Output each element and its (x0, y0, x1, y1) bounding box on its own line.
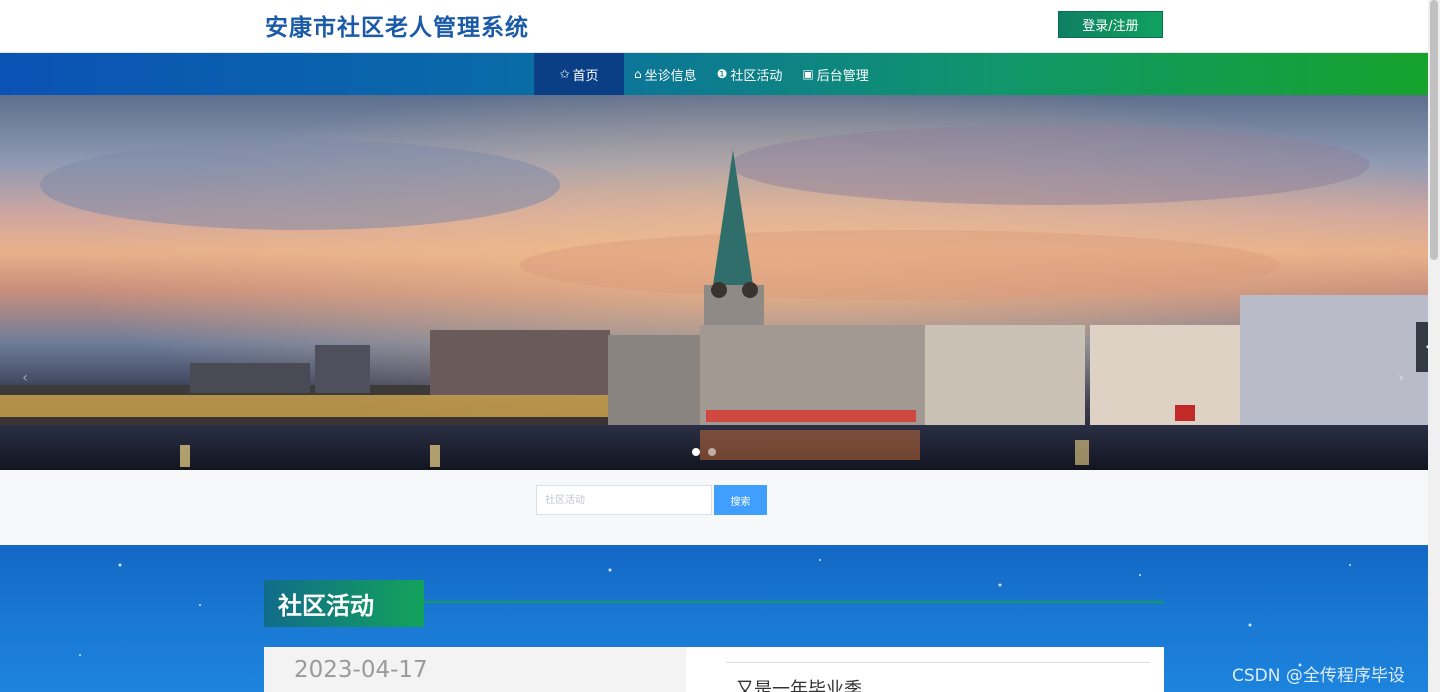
site-title: 安康市社区老人管理系统 (265, 15, 529, 41)
star-icon: ✩ (559, 67, 570, 81)
nav-item-label: 首页 (572, 68, 599, 84)
card-title[interactable]: 又是一年毕业季 (736, 675, 862, 692)
carousel-dot[interactable] (692, 448, 700, 456)
card-divider (726, 662, 1150, 663)
search-button[interactable]: 搜索 (714, 485, 767, 515)
carousel-dot[interactable] (708, 448, 716, 456)
nav-item-label: 后台管理 (816, 68, 869, 84)
activity-card[interactable]: 2023-04-17 又是一年毕业季 (264, 647, 1164, 692)
card-date: 2023-04-17 (294, 657, 428, 683)
banner-prev-arrow[interactable]: ‹ (12, 365, 38, 391)
search-input[interactable] (536, 485, 712, 515)
carousel-indicators (692, 448, 716, 456)
nav-item-label: 社区活动 (730, 68, 783, 84)
banner-next-arrow[interactable]: › (1388, 365, 1414, 391)
banner-carousel[interactable]: ‹ › (0, 95, 1428, 470)
section-divider (424, 601, 1164, 603)
nav-item-community-activity[interactable]: ❶ 社区活动 (707, 53, 793, 95)
card-date-panel: 2023-04-17 (264, 647, 686, 692)
banner-image (0, 95, 1428, 470)
header: 安康市社区老人管理系统 登录/注册 (0, 0, 1428, 53)
nav-item-label: 坐诊信息 (644, 68, 697, 84)
section-title: 社区活动 (278, 592, 374, 620)
nav-item-clinic-info[interactable]: ⌂ 坐诊信息 (624, 53, 707, 95)
bag-icon: ⌂ (634, 67, 642, 81)
scrollbar-thumb[interactable] (1430, 0, 1438, 260)
nav-item-admin[interactable]: ▣ 后台管理 (792, 53, 878, 95)
community-activity-section: 社区活动 2023-04-17 又是一年毕业季 (0, 545, 1428, 692)
search-bar: 搜索 (0, 470, 1428, 545)
nav-items: ✩ 首页 ⌂ 坐诊信息 ❶ 社区活动 ▣ 后台管理 (534, 53, 879, 95)
clipboard-icon: ▣ (802, 67, 814, 81)
section-title-box: 社区活动 (264, 580, 424, 627)
nav-item-home[interactable]: ✩ 首页 (534, 53, 624, 95)
watermark: CSDN @全传程序毕设 (1232, 666, 1405, 686)
info-icon: ❶ (716, 67, 728, 81)
main-nav: ✩ 首页 ⌂ 坐诊信息 ❶ 社区活动 ▣ 后台管理 (0, 53, 1428, 95)
login-register-button[interactable]: 登录/注册 (1058, 11, 1163, 38)
page: 安康市社区老人管理系统 登录/注册 ✩ 首页 ⌂ 坐诊信息 ❶ 社区活动 ▣ 后… (0, 0, 1440, 692)
